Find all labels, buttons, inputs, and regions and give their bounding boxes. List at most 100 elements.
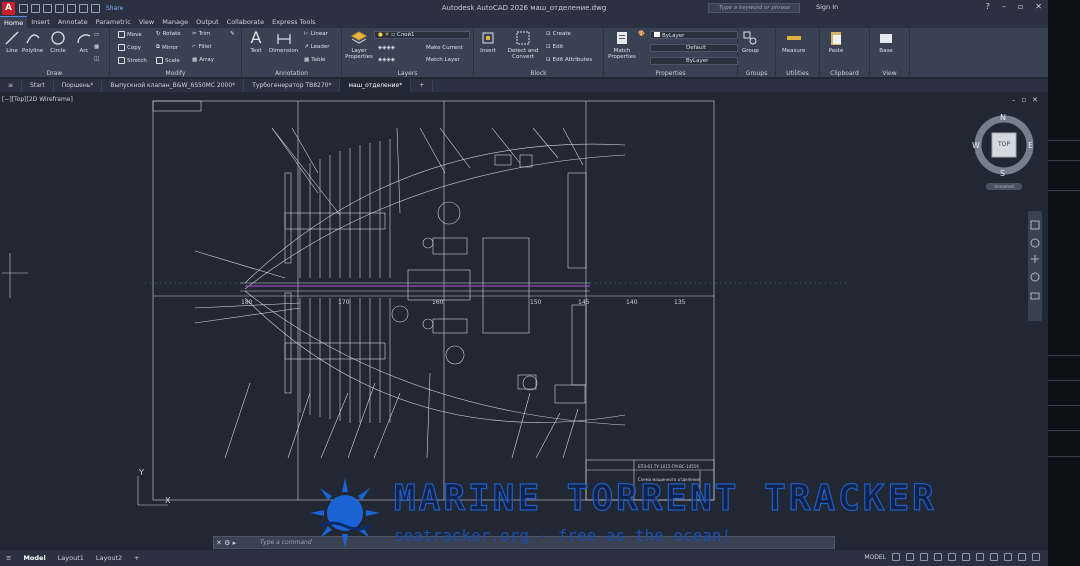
- mirror-button[interactable]: ⧉ Mirror: [156, 44, 178, 51]
- lineweight-dropdown[interactable]: Default: [650, 44, 738, 52]
- stretch-button[interactable]: Stretch: [118, 57, 147, 64]
- isolate-icon[interactable]: [1004, 553, 1012, 561]
- layout-menu-icon[interactable]: ≡: [0, 554, 17, 562]
- detect-convert-button[interactable]: Detect and Convert: [506, 30, 540, 60]
- base-button[interactable]: Base: [878, 30, 894, 54]
- tab-collaborate[interactable]: Collaborate: [223, 16, 268, 28]
- tab-output[interactable]: Output: [192, 16, 223, 28]
- close-icon[interactable]: ✕: [1035, 2, 1042, 11]
- panel-annotation-title[interactable]: Annotation: [242, 70, 341, 77]
- layer-tools-icon[interactable]: ◈◈◈◈: [378, 45, 395, 51]
- compass-west[interactable]: W: [972, 141, 980, 150]
- hatch-icon[interactable]: ▦: [94, 44, 99, 50]
- snap-icon[interactable]: [906, 553, 914, 561]
- navigation-bar[interactable]: [1028, 211, 1042, 321]
- osnap-icon[interactable]: [948, 553, 956, 561]
- command-input[interactable]: Type a command: [260, 539, 312, 546]
- tab-insert[interactable]: Insert: [27, 16, 54, 28]
- fillet-button[interactable]: ⌐ Fillet: [192, 44, 212, 50]
- file-tab-start[interactable]: Start: [22, 79, 54, 92]
- redo-icon[interactable]: [91, 3, 100, 13]
- panel-utilities-title[interactable]: Utilities: [776, 70, 819, 77]
- help-icon[interactable]: ?: [986, 2, 990, 11]
- lineweight-icon[interactable]: [962, 553, 970, 561]
- create-block-button[interactable]: ⊡ Create: [546, 31, 571, 37]
- circle-button[interactable]: Circle: [50, 30, 66, 54]
- insert-button[interactable]: Insert: [480, 30, 496, 54]
- share-button[interactable]: Share: [106, 5, 123, 12]
- undo-icon[interactable]: [79, 3, 88, 13]
- ucs-menu[interactable]: Unnamed: [986, 183, 1022, 190]
- model-space-toggle[interactable]: MODEL: [864, 554, 886, 561]
- panel-layers-title[interactable]: Layers: [342, 70, 473, 77]
- scale-button[interactable]: Scale: [156, 57, 180, 64]
- trim-button[interactable]: ✂ Trim: [192, 31, 210, 37]
- file-tab-engine-room[interactable]: маш_отделение*: [340, 79, 412, 92]
- rotate-button[interactable]: ↻ Rotate: [156, 31, 181, 37]
- match-properties-button[interactable]: Match Properties: [608, 30, 636, 60]
- viewcube[interactable]: TOP N S E W Unnamed: [972, 111, 1036, 191]
- save-icon[interactable]: [43, 3, 52, 13]
- open-file-icon[interactable]: [31, 3, 40, 13]
- tab-express-tools[interactable]: Express Tools: [268, 16, 319, 28]
- line-button[interactable]: Line: [4, 30, 20, 54]
- copy-button[interactable]: Copy: [118, 44, 141, 51]
- compass-south[interactable]: S: [1000, 169, 1005, 178]
- customize-command-icon[interactable]: ⚙: [224, 539, 230, 547]
- workspace-gear-icon[interactable]: [990, 553, 998, 561]
- tab-manage[interactable]: Manage: [158, 16, 192, 28]
- grid-icon[interactable]: [892, 553, 900, 561]
- erase-icon[interactable]: ✎: [230, 31, 235, 37]
- color-dropdown[interactable]: ByLayer: [650, 31, 738, 39]
- edit-block-button[interactable]: ⊡ Edit: [546, 44, 563, 50]
- minimize-icon[interactable]: –: [1002, 2, 1006, 11]
- ortho-icon[interactable]: [920, 553, 928, 561]
- dimension-button[interactable]: Dimension: [269, 30, 298, 54]
- edit-attributes-button[interactable]: ⊡ Edit Attributes: [546, 57, 592, 63]
- print-icon[interactable]: [67, 3, 76, 13]
- move-button[interactable]: Move: [118, 31, 142, 38]
- panel-clipboard-title[interactable]: Clipboard: [820, 70, 869, 77]
- tab-annotate[interactable]: Annotate: [54, 16, 92, 28]
- measure-button[interactable]: Measure: [782, 30, 805, 54]
- viewcube-top-face[interactable]: TOP: [994, 141, 1014, 148]
- autocad-logo-icon[interactable]: A: [2, 1, 15, 15]
- new-tab-button[interactable]: +: [411, 79, 434, 92]
- annotation-scale-icon[interactable]: [976, 553, 984, 561]
- drawing-viewport[interactable]: [−][Top][2D Wireframe] – ▫ ✕ 180 170 160…: [0, 93, 1048, 550]
- group-button[interactable]: Group: [742, 30, 759, 54]
- save-as-icon[interactable]: [55, 3, 64, 13]
- polar-icon[interactable]: [934, 553, 942, 561]
- leader-button[interactable]: ↗ Leader: [304, 44, 329, 50]
- panel-groups-title[interactable]: Groups: [738, 70, 775, 77]
- panel-properties-title[interactable]: Properties: [604, 70, 737, 77]
- panel-draw-title[interactable]: Draw: [0, 70, 109, 77]
- layer-properties-button[interactable]: Layer Properties: [344, 30, 374, 60]
- file-tab-piston[interactable]: Поршень*: [54, 79, 103, 92]
- file-tab-turbogenerator[interactable]: Турбогенератор ТВ8270*: [244, 79, 341, 92]
- compass-north[interactable]: N: [1000, 113, 1006, 122]
- tab-home[interactable]: Home: [0, 16, 28, 28]
- tab-view[interactable]: View: [135, 16, 158, 28]
- fullscreen-icon[interactable]: [1018, 553, 1026, 561]
- layout-tab-model[interactable]: Model: [17, 554, 51, 562]
- match-layer-button[interactable]: Match Layer: [426, 57, 460, 63]
- table-button[interactable]: ▦ Table: [304, 57, 325, 63]
- make-current-button[interactable]: Make Current: [426, 45, 463, 51]
- draw-more-icon[interactable]: ◫: [94, 56, 99, 62]
- linear-button[interactable]: ⊢ Linear: [304, 31, 328, 37]
- layer-dropdown[interactable]: ● ☀ ▫ Слой1: [374, 31, 470, 39]
- file-tab-exhaust-valve[interactable]: Выпускной клапан_B&W_6S50MC 2000*: [102, 79, 245, 92]
- array-button[interactable]: ▦ Array: [192, 57, 214, 63]
- maximize-icon[interactable]: ▫: [1018, 2, 1023, 11]
- customize-icon[interactable]: [1032, 553, 1040, 561]
- arc-button[interactable]: Arc: [76, 30, 92, 54]
- panel-block-title[interactable]: Block: [474, 70, 603, 77]
- layout-tab-layout2[interactable]: Layout2: [90, 554, 128, 562]
- linetype-dropdown[interactable]: ByLayer: [650, 57, 738, 65]
- close-command-icon[interactable]: ✕: [216, 539, 222, 547]
- layout-tab-layout1[interactable]: Layout1: [52, 554, 90, 562]
- command-line[interactable]: ✕ ⚙ ▸ Type a command: [213, 536, 835, 549]
- panel-modify-title[interactable]: Modify: [110, 70, 241, 77]
- layer-state-icon[interactable]: ◈◈◈◈: [378, 57, 395, 63]
